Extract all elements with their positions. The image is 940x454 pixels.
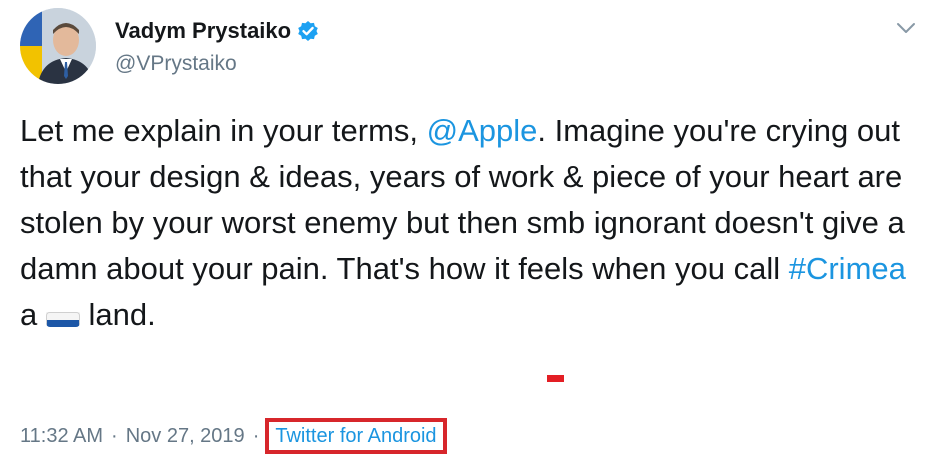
- russia-flag-icon: [45, 303, 80, 327]
- hashtag-link[interactable]: #Crimea: [789, 251, 906, 286]
- annotation-mark: [547, 375, 564, 382]
- tweet-text: Let me explain in your terms, @Apple. Im…: [20, 108, 920, 338]
- tweet-text-part: a: [20, 297, 46, 332]
- tweet-date[interactable]: Nov 27, 2019: [126, 425, 245, 448]
- tweet-time[interactable]: 11:32 AM: [20, 425, 103, 448]
- mention-link[interactable]: @Apple: [427, 113, 538, 148]
- tweet-text-part: Let me explain in your terms,: [20, 113, 427, 148]
- tweet-meta: 11:32 AM · Nov 27, 2019 · Twitter for An…: [20, 418, 447, 454]
- source-link[interactable]: Twitter for Android: [265, 418, 447, 454]
- tweet-text-part: land.: [79, 297, 156, 332]
- display-name[interactable]: Vadym Prystaiko: [115, 18, 291, 44]
- chevron-down-icon[interactable]: [894, 16, 918, 40]
- meta-separator: ·: [111, 424, 118, 447]
- meta-separator: ·: [252, 424, 260, 447]
- author-handle[interactable]: @VPrystaiko: [115, 52, 237, 76]
- avatar-image: [20, 8, 96, 84]
- verified-badge-icon: [297, 20, 319, 42]
- author-name-row[interactable]: Vadym Prystaiko: [115, 18, 319, 44]
- avatar[interactable]: [20, 8, 96, 84]
